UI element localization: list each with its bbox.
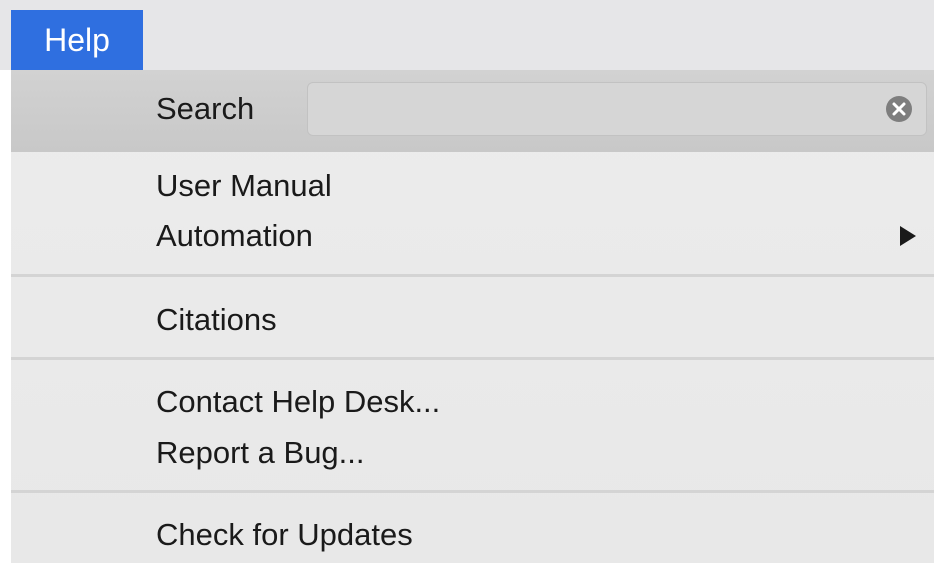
menu-item-citations[interactable]: Citations — [156, 300, 277, 340]
menu-item-report-a-bug[interactable]: Report a Bug... — [156, 433, 365, 473]
menu-separator — [11, 490, 934, 493]
menu-item-automation[interactable]: Automation — [156, 216, 926, 256]
menu-bar: Help — [0, 0, 934, 70]
menu-item-contact-help-desk[interactable]: Contact Help Desk... — [156, 382, 440, 422]
submenu-arrow-icon — [900, 226, 916, 246]
search-input[interactable] — [307, 82, 927, 136]
clear-search-icon[interactable] — [886, 96, 912, 122]
menu-item-user-manual[interactable]: User Manual — [156, 166, 332, 206]
search-row: Search — [11, 70, 934, 152]
menu-item-check-for-updates[interactable]: Check for Updates — [156, 515, 413, 555]
help-menu: Search User Manual Automation Citations … — [11, 70, 934, 563]
search-label: Search — [156, 91, 255, 126]
menu-separator — [11, 274, 934, 277]
menubar-help[interactable]: Help — [11, 10, 143, 70]
menu-separator — [11, 357, 934, 360]
menu-item-automation-label: Automation — [156, 218, 313, 253]
